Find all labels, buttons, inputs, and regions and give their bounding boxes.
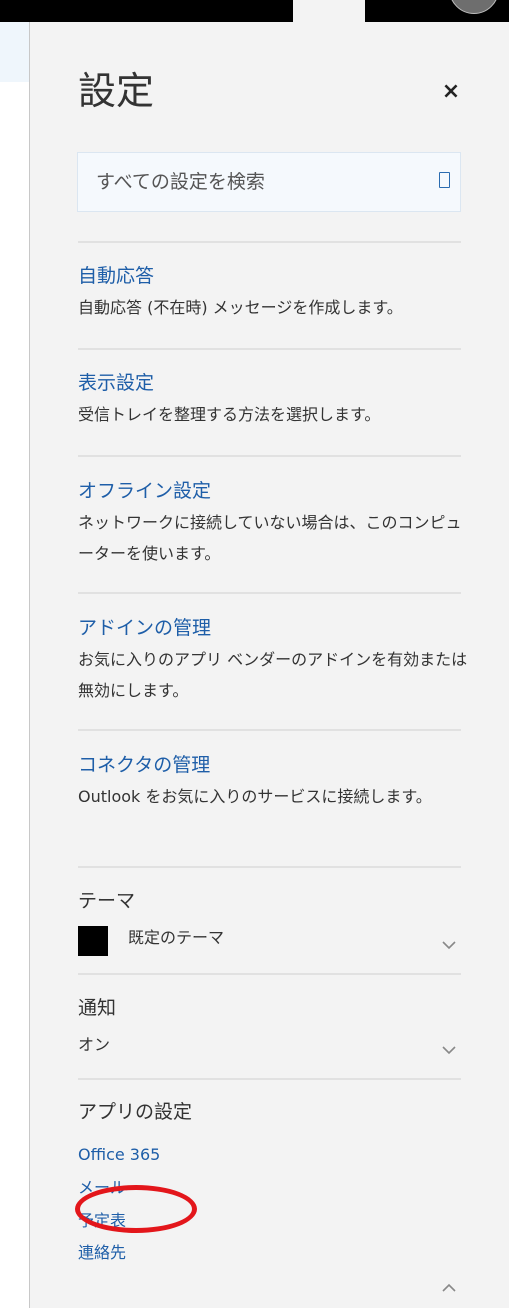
divider xyxy=(78,866,461,868)
chevron-down-icon[interactable] xyxy=(442,1043,456,1057)
settings-panel: 設定 × 自動応答 自動応答 (不在時) メッセージを作成します。 表示設定 受… xyxy=(29,22,509,1308)
selected-row-strip[interactable] xyxy=(0,22,29,82)
manage-connectors-link[interactable]: コネクタの管理 xyxy=(78,752,210,778)
close-icon: × xyxy=(441,78,461,104)
divider xyxy=(78,729,461,731)
search-box[interactable] xyxy=(77,152,461,212)
manage-addins-link[interactable]: アドインの管理 xyxy=(78,615,211,641)
auto-reply-link[interactable]: 自動応答 xyxy=(78,263,154,289)
display-settings-link[interactable]: 表示設定 xyxy=(78,370,154,396)
auto-reply-description: 自動応答 (不在時) メッセージを作成します。 xyxy=(78,298,403,317)
offline-settings-link[interactable]: オフライン設定 xyxy=(78,478,211,504)
app-link-mail[interactable]: メール xyxy=(78,1177,126,1199)
divider xyxy=(78,1078,461,1080)
display-settings-description: 受信トレイを整理する方法を選択します。 xyxy=(78,405,381,424)
avatar[interactable] xyxy=(449,0,499,14)
chevron-up-icon[interactable] xyxy=(442,1281,456,1295)
theme-value[interactable]: 既定のテーマ xyxy=(128,926,224,950)
manage-addins-description: お気に入りのアプリ ベンダーのアドインを有効または無効にします。 xyxy=(78,650,468,700)
app-settings-title: アプリの設定 xyxy=(78,1101,193,1123)
offline-settings-description: ネットワークに接続していない場合は、このコンピューターを使います。 xyxy=(78,513,462,563)
search-input[interactable] xyxy=(78,153,460,211)
top-bar xyxy=(0,0,509,22)
divider xyxy=(78,592,461,594)
divider xyxy=(78,973,461,975)
app-link-calendar[interactable]: 予定表 xyxy=(78,1210,126,1232)
app-link-office365[interactable]: Office 365 xyxy=(78,1144,160,1166)
notifications-value[interactable]: オン xyxy=(78,1033,110,1057)
app-link-contacts[interactable]: 連絡先 xyxy=(78,1242,126,1264)
divider xyxy=(78,241,461,243)
main-content-area xyxy=(0,22,29,1308)
top-bar-active-tab[interactable] xyxy=(293,0,365,22)
close-button[interactable]: × xyxy=(434,74,468,108)
search-icon[interactable] xyxy=(439,172,450,188)
theme-swatch[interactable] xyxy=(78,926,108,956)
divider xyxy=(78,455,461,457)
chevron-down-icon[interactable] xyxy=(442,938,456,952)
manage-connectors-description: Outlook をお気に入りのサービスに接続します。 xyxy=(78,787,432,806)
theme-title: テーマ xyxy=(78,890,136,912)
notifications-title: 通知 xyxy=(78,997,117,1019)
panel-title: 設定 xyxy=(78,69,155,113)
divider xyxy=(78,348,461,350)
